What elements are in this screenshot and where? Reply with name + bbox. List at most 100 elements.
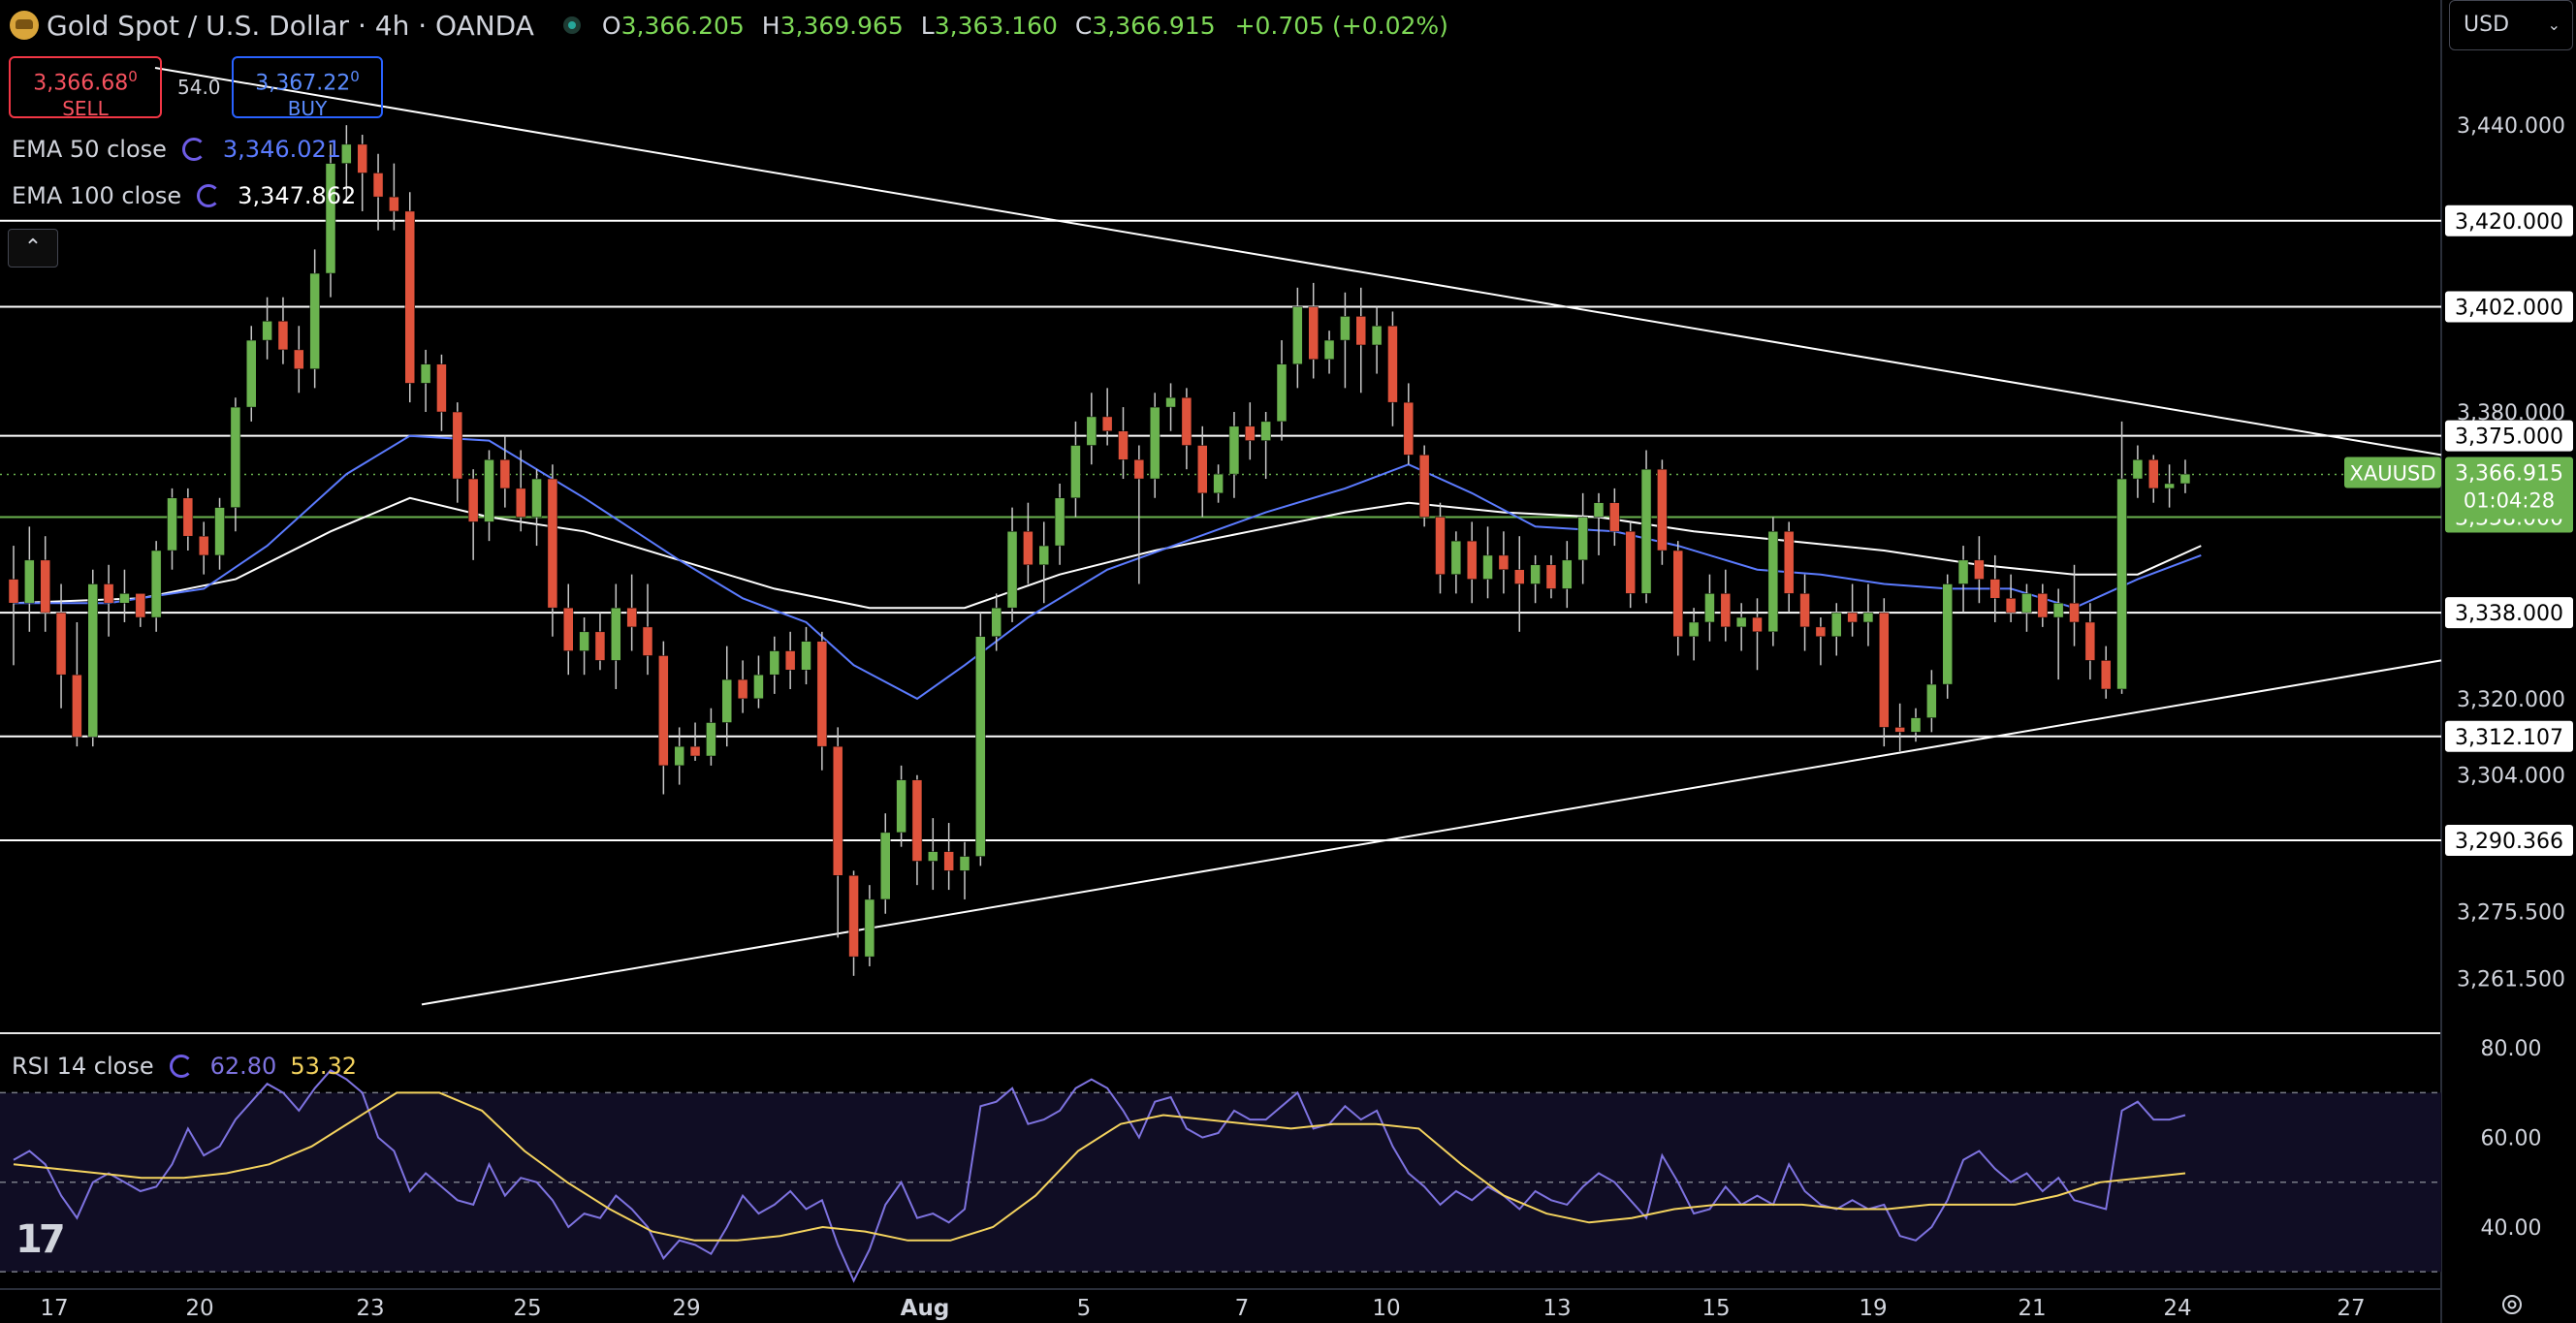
- candle-up: [214, 507, 225, 556]
- refresh-icon[interactable]: [197, 184, 221, 207]
- ema50-legend[interactable]: EMA 50 close 3,346.021: [12, 136, 341, 163]
- candle-down: [626, 607, 637, 628]
- candle-up: [579, 631, 589, 651]
- candle-down: [1894, 727, 1905, 733]
- candle-down: [1799, 593, 1810, 628]
- level-price-label: 3,375.000: [2455, 425, 2563, 450]
- candle-up: [611, 607, 621, 661]
- rsi-ma-value: 53.32: [290, 1053, 358, 1080]
- collapse-legend-button[interactable]: ⌃: [8, 229, 58, 268]
- level-price-label: 3,402.000: [2455, 297, 2563, 321]
- candle-up: [706, 722, 716, 757]
- candle-up: [1767, 531, 1779, 633]
- candle-up: [1926, 683, 1937, 718]
- level-price-label: 3,420.000: [2455, 210, 2563, 235]
- refresh-icon[interactable]: [169, 1055, 193, 1078]
- candle-up: [769, 650, 780, 676]
- symbol-tag-label: XAUUSD: [2350, 462, 2436, 486]
- candle-up: [484, 459, 494, 522]
- rsi-label: RSI 14 close: [12, 1053, 154, 1080]
- candle-down: [1418, 455, 1430, 518]
- candle-up: [1086, 416, 1097, 446]
- time-tick-label: 15: [1701, 1296, 1730, 1321]
- candle-up: [167, 497, 177, 551]
- candle-down: [1118, 430, 1129, 460]
- chevron-up-icon: ⌃: [23, 236, 43, 260]
- candle-up: [1006, 531, 1018, 609]
- candle-up: [1149, 406, 1161, 480]
- candle-down: [816, 641, 828, 747]
- candle-down: [436, 363, 447, 413]
- candle-down: [404, 210, 415, 384]
- candle-up: [1323, 339, 1335, 361]
- level-price-label: 3,312.107: [2455, 726, 2563, 750]
- candle-down: [499, 459, 511, 489]
- currency-select[interactable]: USD ⌄: [2449, 0, 2573, 50]
- candle-down: [1245, 425, 1256, 441]
- spread-value: 54.0: [177, 76, 221, 99]
- candle-up: [2164, 483, 2175, 489]
- candle-up: [1704, 593, 1715, 623]
- candle-down: [832, 745, 843, 876]
- candles: [8, 125, 2191, 976]
- candle-up: [24, 559, 35, 604]
- level-price-label: 3,290.366: [2455, 830, 2563, 854]
- buy-price: 3,367.22: [255, 71, 351, 96]
- candle-down: [1879, 612, 1890, 728]
- candle-up: [1340, 316, 1351, 341]
- candle-up: [2132, 459, 2144, 480]
- low-value: 3,363.160: [934, 11, 1058, 40]
- symbol-title[interactable]: Gold Spot / U.S. Dollar · 4h · OANDA: [47, 10, 534, 42]
- open-value: 3,366.205: [620, 11, 745, 40]
- candle-up: [1482, 554, 1493, 580]
- candle-up: [150, 550, 162, 618]
- candle-up: [721, 678, 732, 723]
- sell-label: SELL: [62, 97, 109, 121]
- candle-down: [515, 488, 526, 518]
- candle-down: [943, 851, 954, 871]
- price-tick-label: 3,275.500: [2457, 900, 2565, 925]
- candle-up: [230, 406, 241, 508]
- candle-down: [452, 411, 463, 480]
- candle-up: [309, 272, 320, 369]
- sell-button[interactable]: 3,366.680 SELL: [9, 56, 162, 121]
- candle-down: [1752, 616, 1763, 633]
- candle-down: [1197, 445, 1208, 494]
- candle-down: [1815, 626, 1827, 638]
- candle-up: [674, 745, 684, 767]
- time-tick-label: 24: [2163, 1296, 2191, 1321]
- candle-up: [262, 321, 272, 341]
- time-tick-label: 21: [2018, 1296, 2046, 1321]
- ema50-line: [14, 434, 2202, 701]
- candle-up: [1276, 363, 1288, 423]
- rsi-pane: 80.00 60.00 40.00: [0, 1037, 2541, 1283]
- ema50-label: EMA 50 close: [12, 136, 167, 163]
- candle-down: [784, 650, 796, 671]
- time-tick-label: Aug: [901, 1296, 950, 1321]
- candle-up: [1957, 559, 1969, 584]
- candle-up: [341, 143, 352, 164]
- candle-up: [1577, 517, 1588, 561]
- ema100-legend[interactable]: EMA 100 close 3,347.862: [12, 182, 356, 209]
- rsi-legend[interactable]: RSI 14 close 62.80 53.32: [12, 1053, 357, 1080]
- candle-up: [1862, 612, 1874, 623]
- change-value: +0.705 (+0.02%): [1234, 11, 1448, 40]
- settings-gear-icon[interactable]: [2499, 1292, 2525, 1317]
- price-chart[interactable]: 80.0060.0040.00 3,440.0003,380.0003,320.…: [0, 0, 2576, 1323]
- candle-down: [1308, 306, 1319, 361]
- candle-down: [594, 631, 606, 661]
- time-tick-label: 7: [1235, 1296, 1250, 1321]
- buy-button[interactable]: 3,367.220 BUY: [232, 56, 383, 120]
- time-tick-label: 19: [1859, 1296, 1887, 1321]
- candle-down: [737, 678, 748, 700]
- candle-down: [1133, 459, 1145, 480]
- candle-down: [1435, 517, 1446, 575]
- time-tick-label: 10: [1372, 1296, 1400, 1321]
- ema100-value: 3,347.862: [238, 182, 357, 209]
- candle-up: [1942, 583, 1953, 685]
- refresh-icon[interactable]: [181, 138, 206, 161]
- candle-down: [2037, 593, 2049, 618]
- candle-down: [135, 593, 146, 618]
- tradingview-logo-icon[interactable]: 17: [16, 1217, 66, 1262]
- candle-down: [2005, 598, 2017, 614]
